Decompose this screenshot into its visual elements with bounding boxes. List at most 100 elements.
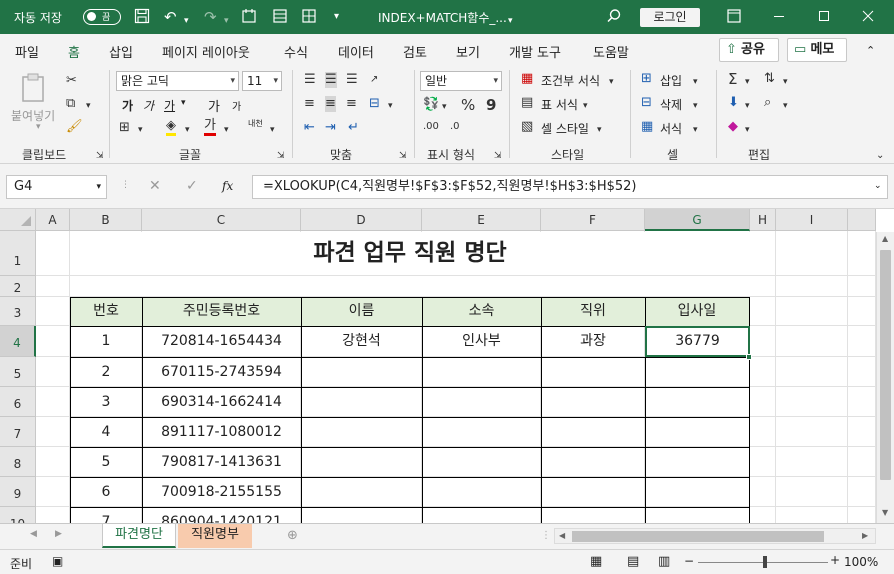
enter-icon[interactable]: ✓: [186, 178, 198, 194]
bold-button[interactable]: 가: [122, 97, 133, 114]
clipboard-launcher-icon[interactable]: ⇲: [96, 148, 104, 164]
cell-hire-date[interactable]: [645, 477, 750, 507]
table-format-dropdown-icon[interactable]: ▾: [583, 98, 588, 114]
cell-position[interactable]: 과장: [541, 326, 645, 357]
column-header-a[interactable]: A: [36, 209, 70, 231]
cell-department[interactable]: [422, 477, 541, 507]
underline-button[interactable]: 가: [164, 97, 175, 114]
row-header-1[interactable]: 1: [0, 231, 36, 276]
decrease-indent-icon[interactable]: ⇤: [304, 120, 315, 136]
row-header-8[interactable]: 8: [0, 447, 36, 477]
page-break-view-icon[interactable]: ▥: [658, 554, 670, 569]
font-color-dropdown-icon[interactable]: ▾: [224, 122, 229, 138]
paste-dropdown-icon[interactable]: ▾: [36, 122, 41, 132]
cell-number[interactable]: 4: [70, 417, 142, 447]
fill-dropdown-icon[interactable]: ▾: [185, 122, 190, 138]
horizontal-scroll-thumb[interactable]: [572, 531, 824, 542]
tab-page-layout[interactable]: 페이지 레이아웃: [162, 42, 250, 61]
delete-dropdown-icon[interactable]: ▾: [693, 98, 698, 114]
cell-number[interactable]: 2: [70, 357, 142, 387]
column-header-f[interactable]: F: [541, 209, 645, 231]
fill-color-icon[interactable]: ◈: [166, 119, 176, 136]
scroll-up-icon[interactable]: ▲: [882, 234, 888, 243]
cancel-icon[interactable]: ✕: [149, 178, 161, 194]
number-launcher-icon[interactable]: ⇲: [494, 148, 502, 164]
fill-handle[interactable]: [746, 354, 752, 360]
align-middle-icon[interactable]: ☰: [325, 72, 337, 88]
phonetic-guide-button[interactable]: 내천: [248, 119, 266, 128]
cell-rrn[interactable]: 891117-1080012: [142, 417, 301, 447]
macro-record-icon[interactable]: ▣: [52, 554, 63, 568]
increase-decimal-icon[interactable]: .00: [423, 119, 439, 135]
autosum-dropdown-icon[interactable]: ▾: [745, 74, 750, 90]
column-header-b[interactable]: B: [70, 209, 142, 231]
sort-filter-icon[interactable]: ⇅: [764, 71, 775, 87]
cell-position[interactable]: [541, 417, 645, 447]
tab-file[interactable]: 파일: [15, 42, 39, 61]
cell-position[interactable]: [541, 357, 645, 387]
orientation-icon[interactable]: ↗: [370, 72, 378, 88]
scroll-down-icon[interactable]: ▼: [882, 508, 888, 517]
decrease-decimal-icon[interactable]: .0: [450, 119, 460, 135]
zoom-in-icon[interactable]: +: [830, 553, 840, 567]
fill-icon[interactable]: ⬇: [728, 95, 739, 111]
copy-icon[interactable]: ⧉: [66, 96, 75, 112]
fill-dropdown-icon-2[interactable]: ▾: [745, 98, 750, 114]
row-header-10[interactable]: 10: [0, 507, 36, 523]
column-header-g[interactable]: G: [645, 209, 750, 231]
cell-position[interactable]: [541, 477, 645, 507]
select-all-corner[interactable]: [0, 209, 36, 231]
worksheet-grid[interactable]: ABCDEFGHI 12345678910 파견 업무 직원 명단 번호 주민등…: [0, 209, 894, 523]
cell-name[interactable]: [301, 507, 422, 523]
cell-hire-date[interactable]: [645, 507, 750, 523]
vertical-scrollbar[interactable]: ▲ ▼: [876, 232, 894, 523]
border-icon[interactable]: ⊞: [119, 120, 130, 136]
cell-hire-date[interactable]: [645, 447, 750, 477]
format-cells-button[interactable]: 서식: [660, 120, 682, 137]
font-size-select[interactable]: 11 ▾: [242, 71, 282, 91]
wrap-text-icon[interactable]: ↵: [348, 120, 359, 136]
conditional-format-button[interactable]: 조건부 서식: [541, 72, 600, 89]
horizontal-scrollbar[interactable]: ◀ ▶: [554, 528, 876, 544]
cell-name[interactable]: [301, 387, 422, 417]
cell-styles-button[interactable]: 셀 스타일: [541, 120, 589, 137]
cell-number[interactable]: 7: [70, 507, 142, 523]
format-cells-icon[interactable]: ▦: [641, 119, 653, 135]
insert-cells-icon[interactable]: ⊞: [641, 71, 652, 87]
cell-rrn[interactable]: 670115-2743594: [142, 357, 301, 387]
cell-department[interactable]: [422, 507, 541, 523]
vertical-scroll-thumb[interactable]: [880, 250, 891, 480]
close-icon[interactable]: [862, 8, 874, 28]
header-position[interactable]: 직위: [541, 297, 645, 326]
undo-dropdown-icon[interactable]: ▾: [184, 12, 189, 30]
tab-help[interactable]: 도움말: [593, 42, 629, 61]
currency-icon[interactable]: 💱: [423, 97, 439, 113]
cell-hire-date[interactable]: [645, 387, 750, 417]
comma-icon[interactable]: 9: [486, 97, 496, 113]
cell-rrn[interactable]: 720814-1654434: [142, 326, 301, 357]
insert-function-icon[interactable]: fx: [222, 179, 233, 193]
column-header-i[interactable]: I: [776, 209, 848, 231]
tab-data[interactable]: 데이터: [338, 42, 374, 61]
font-name-select[interactable]: 맑은 고딕 ▾: [116, 71, 239, 91]
zoom-slider-thumb[interactable]: [763, 556, 767, 568]
cell-name[interactable]: [301, 447, 422, 477]
row-header-4[interactable]: 4: [0, 326, 36, 357]
merge-dropdown-icon[interactable]: ▾: [388, 98, 393, 114]
font-shrink-button[interactable]: 가: [232, 98, 241, 113]
font-grow-button[interactable]: 가: [208, 96, 220, 115]
tab-review[interactable]: 검토: [403, 42, 427, 61]
name-box[interactable]: G4 ▾: [6, 175, 107, 199]
format-table-icon[interactable]: ▤: [521, 95, 533, 111]
format-painter-icon[interactable]: 🖌: [66, 119, 83, 135]
cell-styles-dropdown-icon[interactable]: ▾: [597, 122, 602, 138]
autosum-icon[interactable]: Σ: [728, 71, 737, 87]
cell-position[interactable]: [541, 507, 645, 523]
zoom-out-icon[interactable]: −: [684, 554, 694, 568]
align-right-icon[interactable]: ≡: [346, 96, 357, 112]
page-layout-view-icon[interactable]: ▤: [627, 554, 639, 569]
font-launcher-icon[interactable]: ⇲: [277, 148, 285, 164]
tab-developer[interactable]: 개발 도구: [509, 42, 561, 61]
cell-styles-icon[interactable]: ▧: [521, 119, 533, 135]
align-top-icon[interactable]: ☰: [304, 72, 316, 88]
